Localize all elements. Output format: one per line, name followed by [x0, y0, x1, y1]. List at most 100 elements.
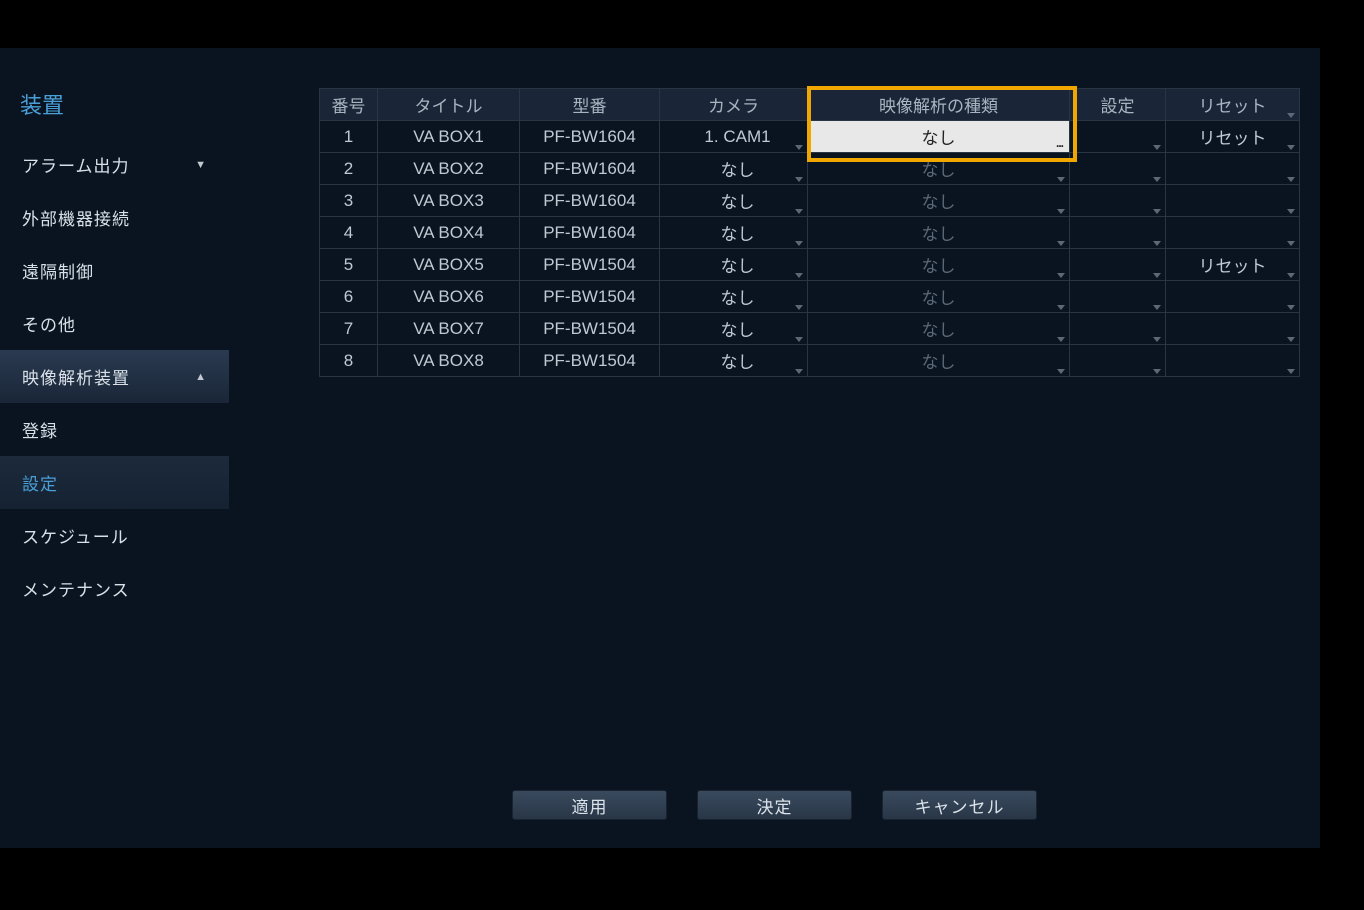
chevron-down-icon	[1287, 273, 1295, 278]
chevron-down-icon	[1153, 273, 1161, 278]
cell-reset-dropdown[interactable]: リセット	[1166, 249, 1300, 281]
sidebar-subitem-schedule[interactable]: スケジュール	[0, 509, 229, 562]
cell-camera-dropdown[interactable]: なし	[660, 217, 808, 249]
chevron-down-icon	[1153, 209, 1161, 214]
cell-number: 1	[320, 121, 378, 153]
chevron-down-icon	[795, 337, 803, 342]
chevron-down-icon	[795, 369, 803, 374]
sidebar-item-remote-control[interactable]: 遠隔制御	[0, 244, 229, 297]
footer-buttons: 適用 決定 キャンセル	[229, 790, 1320, 820]
table-row: 2VA BOX2PF-BW1604なしなし	[320, 153, 1300, 185]
chevron-down-icon	[1057, 177, 1065, 182]
cell-title: VA BOX5	[378, 249, 520, 281]
chevron-down-icon	[1153, 241, 1161, 246]
chevron-down-icon	[1153, 145, 1161, 150]
cell-analysis-type-dropdown[interactable]: なし	[808, 217, 1070, 249]
chevron-down-icon	[1287, 145, 1295, 150]
cell-settings-dropdown[interactable]	[1070, 153, 1166, 185]
chevron-down-icon	[1287, 337, 1295, 342]
chevron-down-icon	[795, 241, 803, 246]
table-row: 3VA BOX3PF-BW1604なしなし	[320, 185, 1300, 217]
cell-camera-dropdown[interactable]: なし	[660, 249, 808, 281]
cell-reset-dropdown[interactable]	[1166, 153, 1300, 185]
cell-reset-dropdown[interactable]	[1166, 217, 1300, 249]
cell-camera-dropdown[interactable]: なし	[660, 281, 808, 313]
chevron-down-icon	[1153, 337, 1161, 342]
sidebar-item-label: 映像解析装置	[22, 364, 130, 389]
cell-reset-dropdown[interactable]	[1166, 281, 1300, 313]
cell-camera-dropdown[interactable]: なし	[660, 313, 808, 345]
table-header-row: 番号 タイトル 型番 カメラ 映像解析の種類 設定 リセット	[320, 89, 1300, 121]
col-header-analysis-type: 映像解析の種類	[808, 89, 1070, 121]
chevron-down-icon	[1287, 369, 1295, 374]
cell-analysis-type-dropdown[interactable]: なし	[808, 313, 1070, 345]
cell-settings-dropdown[interactable]	[1070, 217, 1166, 249]
cell-camera-dropdown[interactable]: 1. CAM1	[660, 121, 808, 153]
chevron-down-icon	[1287, 177, 1295, 182]
cancel-button[interactable]: キャンセル	[882, 790, 1037, 820]
cell-model: PF-BW1504	[520, 313, 660, 345]
cell-camera-dropdown[interactable]: なし	[660, 345, 808, 377]
sidebar-item-label: その他	[22, 311, 76, 336]
cell-reset-dropdown[interactable]	[1166, 313, 1300, 345]
table-row: 4VA BOX4PF-BW1604なしなし	[320, 217, 1300, 249]
sidebar-item-video-analysis-device[interactable]: 映像解析装置 ▲	[0, 350, 229, 403]
cell-analysis-type-dropdown[interactable]: なし	[808, 281, 1070, 313]
cell-analysis-type-dropdown[interactable]: なし	[808, 185, 1070, 217]
cell-title: VA BOX8	[378, 345, 520, 377]
cell-model: PF-BW1604	[520, 153, 660, 185]
cell-settings-dropdown[interactable]	[1070, 345, 1166, 377]
chevron-down-icon	[795, 209, 803, 214]
chevron-down-icon	[795, 145, 803, 150]
sidebar-item-label: 外部機器接続	[22, 205, 130, 230]
sidebar-item-other[interactable]: その他	[0, 297, 229, 350]
cell-camera-dropdown[interactable]: なし	[660, 185, 808, 217]
cell-settings-dropdown[interactable]	[1070, 121, 1166, 153]
col-header-camera: カメラ	[660, 89, 808, 121]
chevron-down-icon	[1057, 241, 1065, 246]
cell-title: VA BOX6	[378, 281, 520, 313]
cell-analysis-type-dropdown[interactable]: なし	[808, 153, 1070, 185]
chevron-down-icon	[1153, 369, 1161, 374]
table-row: 8VA BOX8PF-BW1504なしなし	[320, 345, 1300, 377]
chevron-down-icon	[795, 177, 803, 182]
cell-title: VA BOX2	[378, 153, 520, 185]
sidebar-item-alarm-output[interactable]: アラーム出力 ▼	[0, 138, 229, 191]
sidebar-item-label: 遠隔制御	[22, 258, 94, 283]
col-header-number: 番号	[320, 89, 378, 121]
sidebar-subitem-label: スケジュール	[22, 528, 129, 547]
cell-number: 4	[320, 217, 378, 249]
sidebar-subitem-register[interactable]: 登録	[0, 403, 229, 456]
chevron-down-icon	[1057, 369, 1065, 374]
cell-settings-dropdown[interactable]	[1070, 249, 1166, 281]
cell-reset-dropdown[interactable]: リセット	[1166, 121, 1300, 153]
cell-model: PF-BW1604	[520, 121, 660, 153]
sidebar-subitem-label: メンテナンス	[22, 581, 130, 600]
cell-number: 3	[320, 185, 378, 217]
cell-analysis-type-dropdown[interactable]: なし	[808, 249, 1070, 281]
cell-settings-dropdown[interactable]	[1070, 185, 1166, 217]
cell-reset-dropdown[interactable]	[1166, 185, 1300, 217]
cell-settings-dropdown[interactable]	[1070, 281, 1166, 313]
cell-analysis-type-dropdown[interactable]: なし...	[808, 121, 1070, 153]
sidebar-item-external-device[interactable]: 外部機器接続	[0, 191, 229, 244]
sidebar-subitem-settings[interactable]: 設定	[0, 456, 229, 509]
chevron-down-icon	[1057, 209, 1065, 214]
col-header-model: 型番	[520, 89, 660, 121]
cell-settings-dropdown[interactable]	[1070, 313, 1166, 345]
sidebar-subitem-maintenance[interactable]: メンテナンス	[0, 562, 229, 615]
sidebar-item-label: アラーム出力	[22, 152, 130, 177]
cell-reset-dropdown[interactable]	[1166, 345, 1300, 377]
chevron-down-icon	[1287, 209, 1295, 214]
chevron-down-icon	[795, 273, 803, 278]
table-row: 6VA BOX6PF-BW1504なしなし	[320, 281, 1300, 313]
cell-model: PF-BW1504	[520, 249, 660, 281]
main-panel: 装置 アラーム出力 ▼ 外部機器接続 遠隔制御 その他 映像解析装置 ▲ 登録 …	[0, 48, 1320, 848]
cell-camera-dropdown[interactable]: なし	[660, 153, 808, 185]
table-row: 1VA BOX1PF-BW16041. CAM1なし...リセット	[320, 121, 1300, 153]
chevron-down-icon	[1287, 305, 1295, 310]
apply-button[interactable]: 適用	[512, 790, 667, 820]
chevron-down-icon	[1057, 305, 1065, 310]
cell-analysis-type-dropdown[interactable]: なし	[808, 345, 1070, 377]
ok-button[interactable]: 決定	[697, 790, 852, 820]
